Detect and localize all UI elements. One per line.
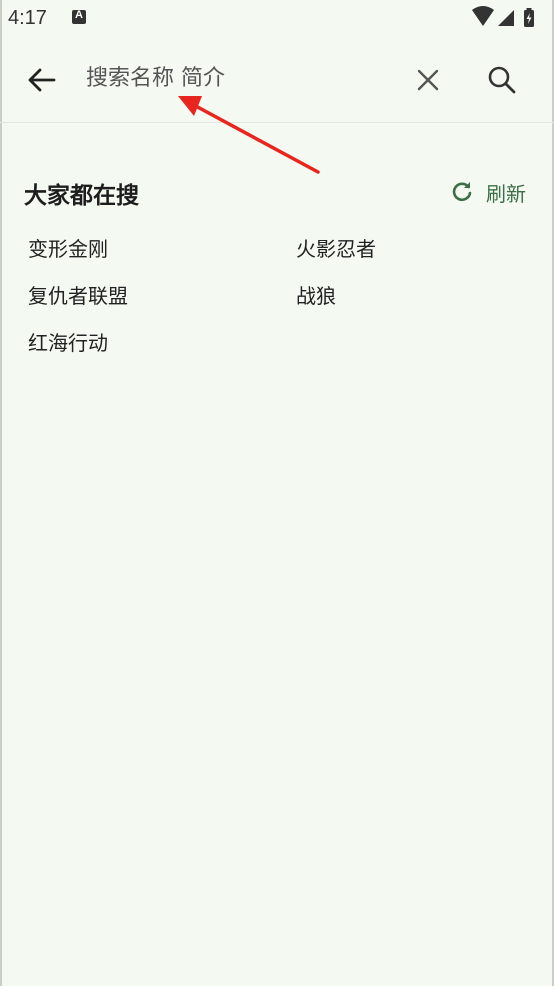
status-bar: 4:17 A xyxy=(0,0,554,38)
signal-icon xyxy=(498,10,514,26)
refresh-button[interactable]: 刷新 xyxy=(450,176,526,208)
hot-search-list: 变形金刚 火影忍者 复仇者联盟 战狼 红海行动 xyxy=(28,228,532,369)
frame-edge-left xyxy=(0,0,2,986)
arrow-left-icon xyxy=(28,68,56,92)
hot-search-item[interactable]: 变形金刚 xyxy=(28,228,296,275)
status-icons xyxy=(472,6,544,30)
status-time: 4:17 xyxy=(8,7,47,29)
hot-search-header: 大家都在搜 刷新 xyxy=(24,172,528,212)
search-button[interactable] xyxy=(484,62,520,98)
search-input[interactable] xyxy=(86,58,386,98)
back-button[interactable] xyxy=(24,62,60,98)
refresh-label: 刷新 xyxy=(486,181,526,206)
search-app-bar xyxy=(0,38,554,123)
close-icon xyxy=(417,69,439,91)
battery-charging-icon xyxy=(524,8,534,27)
a-icon: A xyxy=(72,9,86,24)
refresh-icon xyxy=(452,182,472,202)
clear-button[interactable] xyxy=(410,62,446,98)
hot-search-title: 大家都在搜 xyxy=(24,183,139,209)
search-icon xyxy=(488,66,516,94)
hot-search-item[interactable]: 战狼 xyxy=(296,275,532,322)
hot-search-item[interactable]: 火影忍者 xyxy=(296,228,532,275)
wifi-icon xyxy=(472,6,494,26)
hot-search-item[interactable]: 红海行动 xyxy=(28,322,296,369)
hot-search-item[interactable]: 复仇者联盟 xyxy=(28,275,296,322)
